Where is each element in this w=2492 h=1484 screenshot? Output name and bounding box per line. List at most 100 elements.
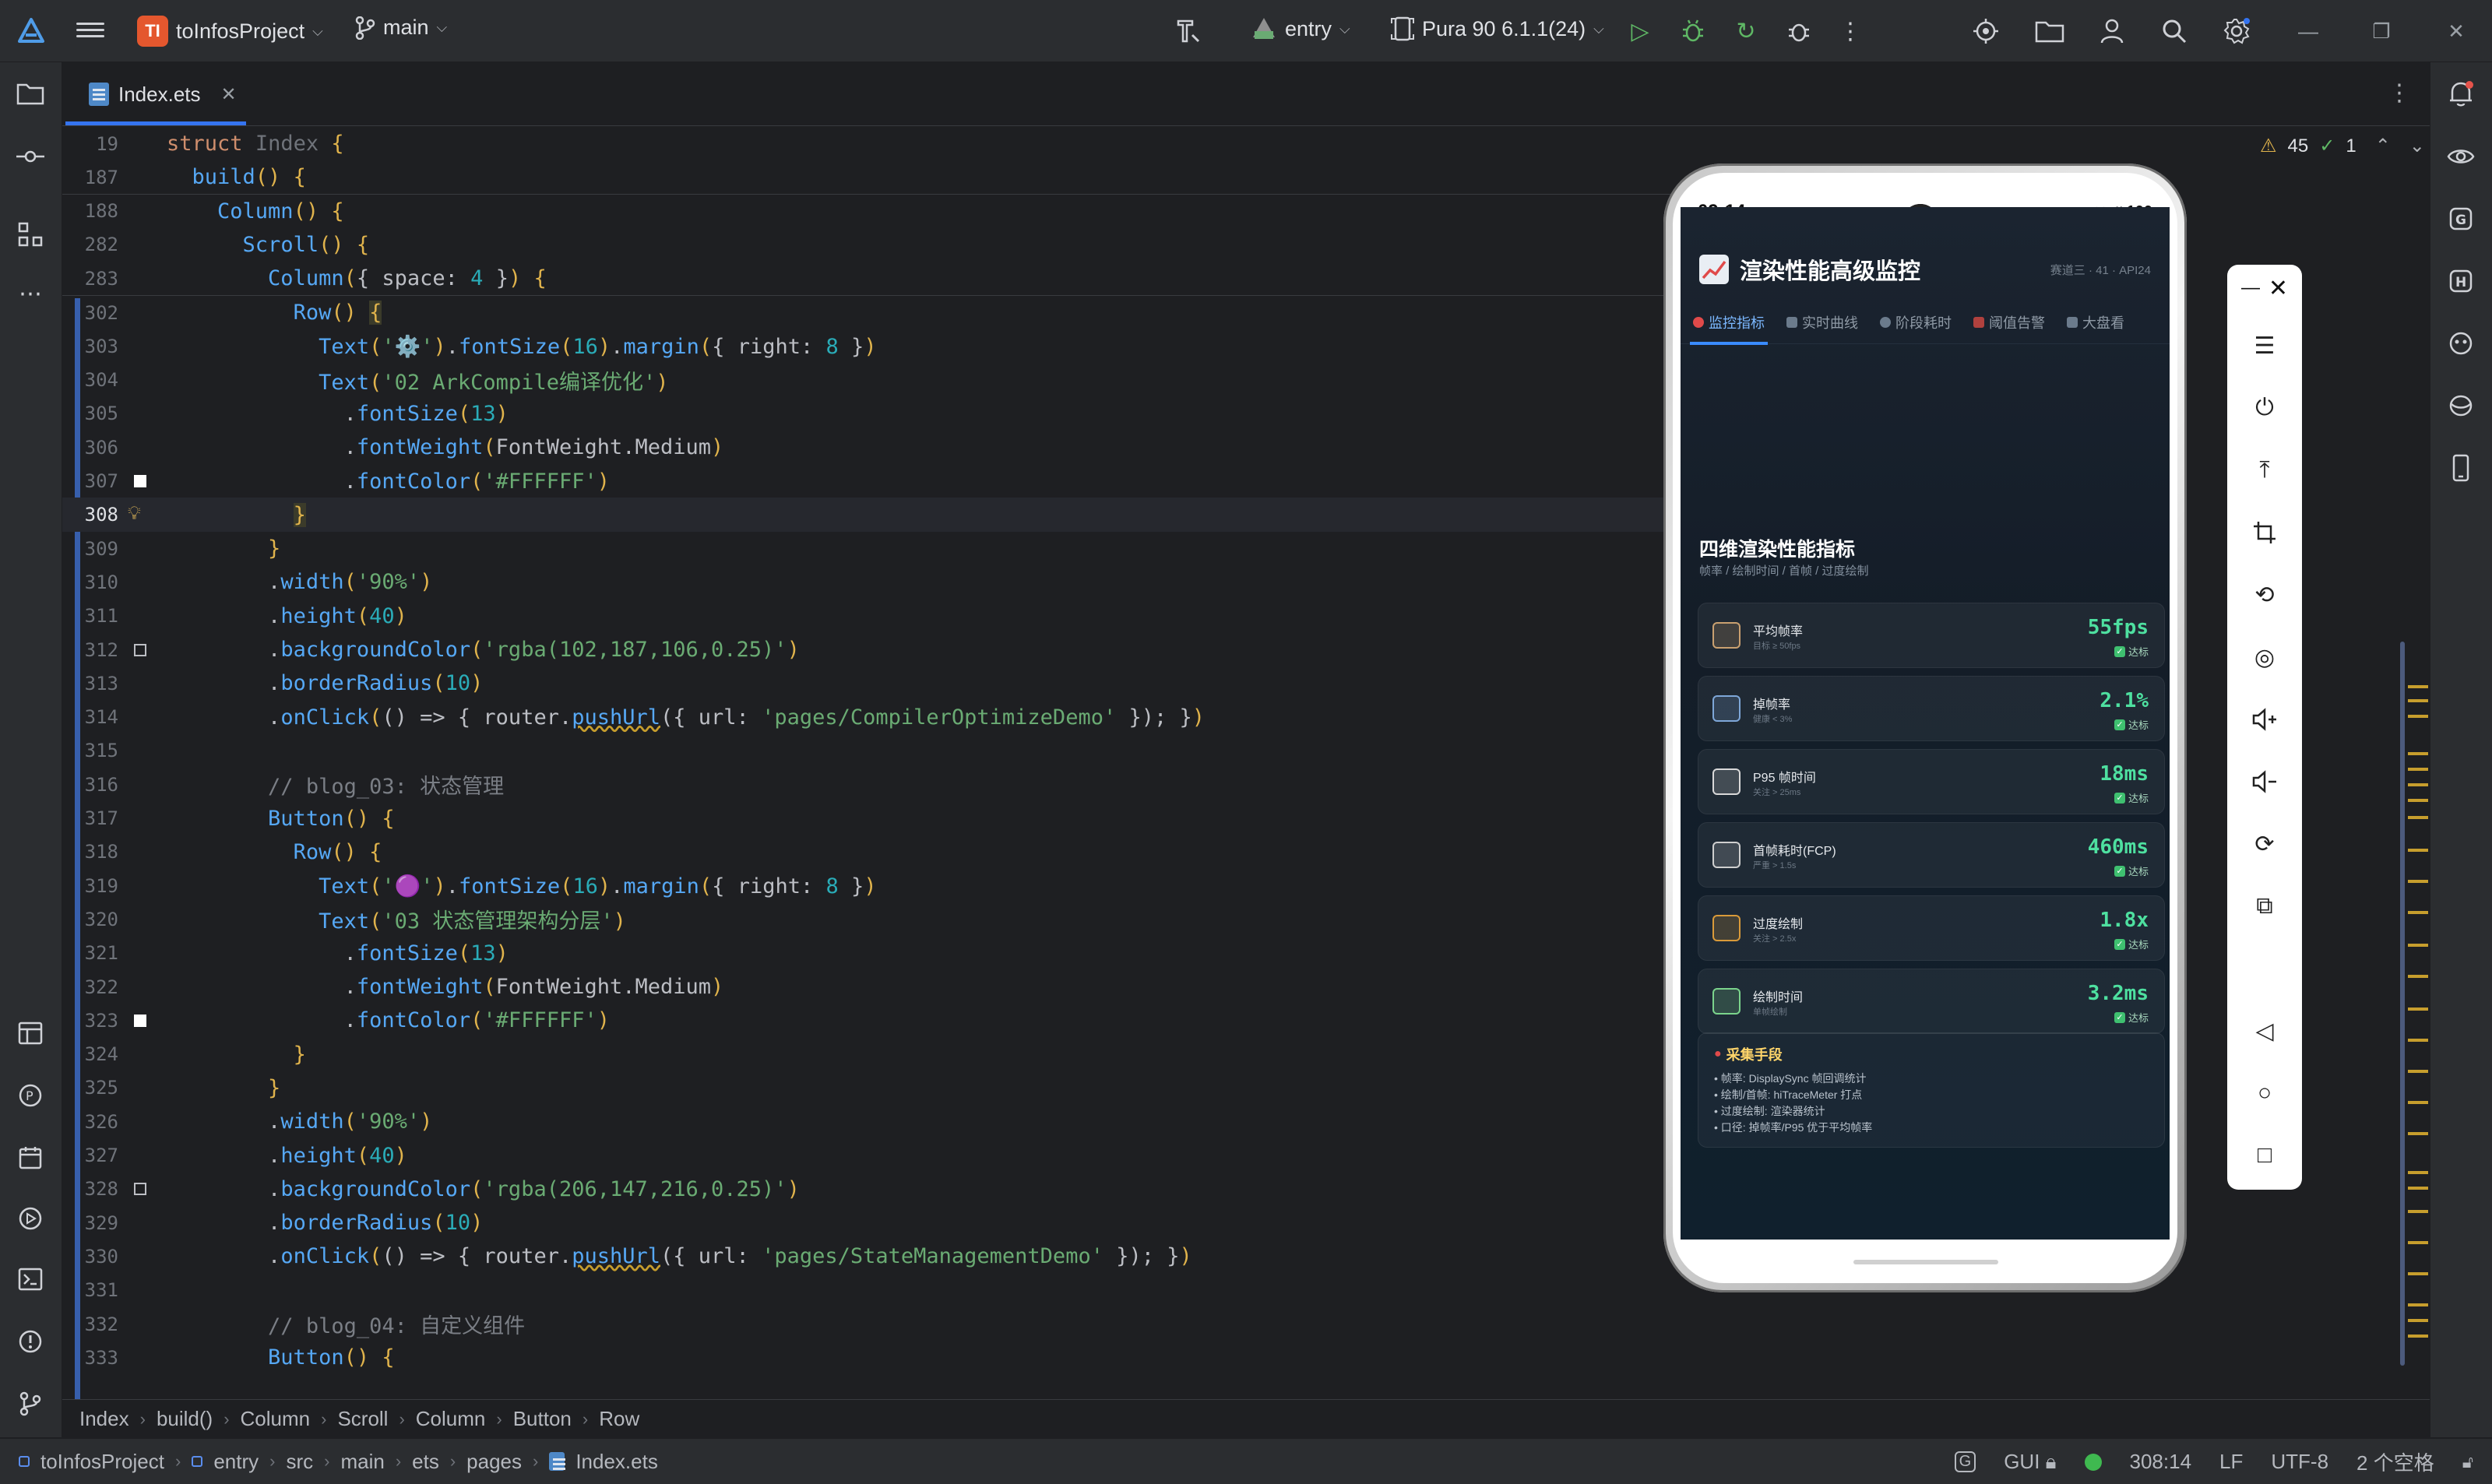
lightbulb-icon[interactable]: 💡︎ (128, 502, 151, 526)
code-text[interactable]: .onClick(() => { router.pushUrl({ url: '… (167, 1244, 1192, 1268)
gutter-cell[interactable] (123, 1138, 167, 1173)
code-text[interactable]: Row() { (167, 301, 382, 325)
line-number[interactable]: 303 (62, 336, 123, 357)
power-icon[interactable]: ⏻ (2249, 392, 2280, 424)
gutter-cell[interactable] (123, 363, 167, 397)
line-number[interactable]: 326 (62, 1111, 123, 1133)
gutter-cell[interactable] (123, 599, 167, 633)
code-line[interactable]: 329 .borderRadius(10) (62, 1206, 1776, 1240)
run-tool-icon[interactable] (14, 1202, 47, 1235)
debug-icon[interactable] (1677, 16, 1709, 47)
code-line[interactable]: 317 Button() { (62, 801, 1776, 835)
code-line[interactable]: 303 Text('⚙️').fontSize(16).margin({ rig… (62, 329, 1776, 364)
line-number[interactable]: 319 (62, 875, 123, 897)
code-line[interactable]: 282 Scroll() { (62, 227, 1776, 262)
gutter-cell[interactable] (123, 262, 167, 296)
code-line[interactable]: 319 Text('🟣').fontSize(16).margin({ righ… (62, 869, 1776, 903)
line-number[interactable]: 316 (62, 774, 123, 796)
warning-stripe-mark[interactable] (2408, 1070, 2428, 1073)
line-number[interactable]: 325 (62, 1077, 123, 1099)
code-line[interactable]: 187 build() { (62, 160, 1776, 195)
code-line[interactable]: 305 .fontSize(13) (62, 396, 1776, 431)
gutter-cell[interactable] (123, 464, 167, 498)
home-icon[interactable]: ○ (2249, 1078, 2280, 1109)
code-text[interactable]: Column() { (167, 199, 344, 223)
rotate-icon[interactable]: ⟲ (2249, 579, 2280, 610)
code-line[interactable]: 322 .fontWeight(FontWeight.Medium) (62, 970, 1776, 1004)
code-text[interactable]: // blog_04: 自定义组件 (167, 1309, 525, 1339)
code-text[interactable]: Text('⚙️').fontSize(16).margin({ right: … (167, 334, 877, 359)
gutter-cell[interactable] (123, 733, 167, 768)
code-text[interactable]: } (167, 1076, 280, 1100)
line-number[interactable]: 333 (62, 1347, 123, 1369)
previewer-eye-icon[interactable] (2444, 140, 2477, 173)
line-number[interactable]: 323 (62, 1010, 123, 1032)
line-number[interactable]: 327 (62, 1145, 123, 1166)
close-icon[interactable]: ✕ (2268, 275, 2288, 302)
color-swatch-icon[interactable] (134, 643, 146, 656)
line-number[interactable]: 283 (62, 268, 123, 290)
gutter-cell[interactable] (123, 194, 167, 228)
hammer-build-icon[interactable] (1173, 16, 1204, 47)
line-number[interactable]: 282 (62, 234, 123, 255)
warning-stripe-mark[interactable] (2408, 1272, 2428, 1275)
file-encoding[interactable]: UTF-8 (2271, 1450, 2328, 1474)
line-number[interactable]: 329 (62, 1212, 123, 1234)
line-number[interactable]: 324 (62, 1043, 123, 1065)
line-number[interactable]: 321 (62, 942, 123, 964)
code-line[interactable]: 312 .backgroundColor('rgba(102,187,106,0… (62, 633, 1776, 667)
more-actions-icon[interactable]: ⋮ (1835, 16, 1866, 47)
metric-card[interactable]: 过度绘制 关注 > 2.5x 1.8x ✓ 达标 (1698, 895, 2165, 961)
volume-down-icon[interactable] (2249, 766, 2280, 797)
code-text[interactable]: .onClick(() => { router.pushUrl({ url: '… (167, 705, 1205, 730)
folder-icon[interactable] (2034, 16, 2065, 47)
code-line[interactable]: 310 .width('90%') (62, 565, 1776, 600)
line-number[interactable]: 187 (62, 167, 123, 188)
inspection-widget[interactable]: ⚠ 45 ✓ 1 ⌃ ⌄ (2260, 135, 2425, 157)
code-text[interactable]: // blog_03: 状态管理 (167, 769, 504, 800)
code-line[interactable]: 321 .fontSize(13) (62, 936, 1776, 970)
chevron-down-icon[interactable]: ⌄ (2409, 135, 2425, 157)
code-text[interactable]: .backgroundColor('rgba(102,187,106,0.25)… (167, 638, 800, 662)
path-segment[interactable]: main (340, 1450, 384, 1474)
warning-stripe-mark[interactable] (2408, 752, 2428, 755)
code-text[interactable]: .width('90%') (167, 1109, 432, 1134)
breadcrumb-item[interactable]: Column (416, 1407, 486, 1431)
volume-up-icon[interactable] (2249, 704, 2280, 735)
code-line[interactable]: 316 // blog_03: 状态管理 (62, 768, 1776, 802)
line-number[interactable]: 302 (62, 302, 123, 324)
gutter-cell[interactable]: 💡︎ (123, 498, 167, 532)
breadcrumb-item[interactable]: Row (599, 1407, 639, 1431)
record-icon[interactable]: ◎ (2249, 642, 2280, 673)
gutter-cell[interactable] (123, 1273, 167, 1307)
warning-stripe-mark[interactable] (2408, 1319, 2428, 1322)
tab-index-ets[interactable]: Index.ets ✕ (81, 62, 245, 126)
gutter-cell[interactable] (123, 936, 167, 970)
code-text[interactable]: .fontColor('#FFFFFF') (167, 1008, 610, 1032)
warning-stripe-mark[interactable] (2408, 975, 2428, 978)
code-line[interactable]: 318 Row() { (62, 835, 1776, 869)
code-text[interactable]: Button() { (167, 1345, 395, 1370)
path-segment[interactable]: ets (412, 1450, 439, 1474)
close-tab-icon[interactable]: ✕ (221, 83, 237, 106)
close-window-icon[interactable]: ✕ (2441, 16, 2472, 47)
version-control-icon[interactable] (14, 1387, 47, 1420)
gutter-cell[interactable] (123, 1105, 167, 1139)
code-line[interactable]: 315 (62, 733, 1776, 768)
gutter-cell[interactable] (123, 633, 167, 667)
warning-stripe-mark[interactable] (2408, 699, 2428, 702)
gutter-cell[interactable] (123, 431, 167, 465)
multi-device-icon[interactable]: ⧉ (2249, 891, 2280, 922)
code-text[interactable]: .width('90%') (167, 570, 432, 594)
code-line[interactable]: 330 .onClick(() => { router.pushUrl({ ur… (62, 1240, 1776, 1274)
code-text[interactable]: Button() { (167, 807, 395, 831)
minimize-icon[interactable]: — (2241, 277, 2260, 299)
tab-threshold-alert[interactable]: 阈值告警 (1973, 312, 2045, 332)
gutter-cell[interactable] (123, 1037, 167, 1071)
breadcrumb-item[interactable]: Column (241, 1407, 311, 1431)
code-text[interactable]: } (167, 536, 280, 561)
codegenie-icon[interactable]: G (2444, 202, 2477, 235)
attach-debugger-icon[interactable] (1783, 16, 1814, 47)
path-segment[interactable]: entry (213, 1450, 259, 1474)
home-indicator[interactable] (1853, 1260, 1998, 1264)
